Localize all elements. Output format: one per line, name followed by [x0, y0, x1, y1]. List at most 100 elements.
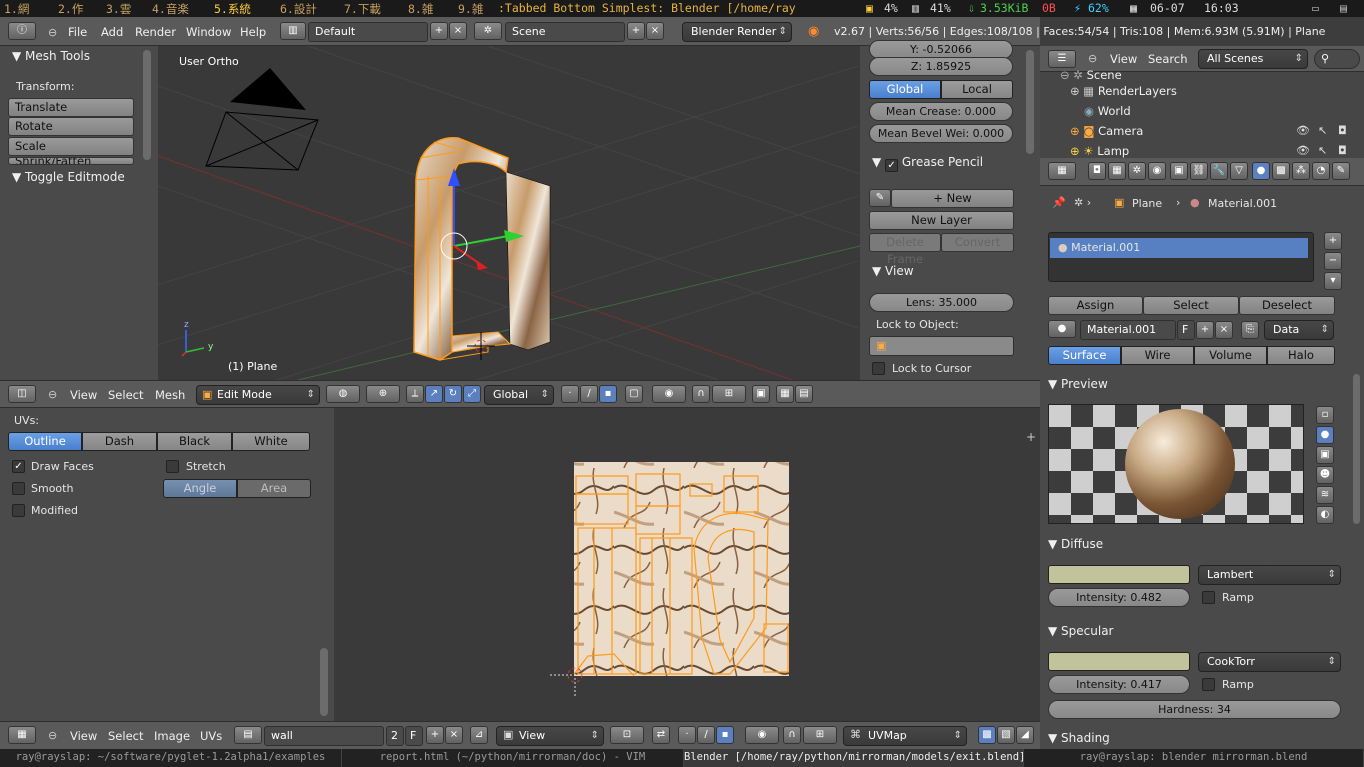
- lens-field[interactable]: Lens: 35.000: [869, 293, 1014, 312]
- arch-mesh[interactable]: [413, 137, 551, 361]
- new-image-icon[interactable]: +: [426, 726, 444, 744]
- select-cursor-icon[interactable]: ↖: [1318, 144, 1327, 157]
- taskbar-item-terminal-blender[interactable]: ray@rayslap: blender mirrorman.blend: [1024, 749, 1364, 767]
- convert-button[interactable]: Convert: [941, 233, 1014, 252]
- uv-black-toggle[interactable]: Black: [157, 432, 232, 451]
- n-panel-scrollbar[interactable]: [1026, 50, 1034, 154]
- select-cursor-icon[interactable]: ↖: [1318, 124, 1327, 137]
- shrink-fatten-button[interactable]: Shrink/Fatten: [8, 157, 134, 165]
- lock-to-cursor-checkbox[interactable]: [872, 362, 885, 375]
- render-layers-tab-icon[interactable]: ▦: [1108, 162, 1126, 180]
- menu-select[interactable]: Select: [108, 388, 143, 402]
- uv-panel-scrollbar[interactable]: [320, 648, 328, 716]
- proportional-edit-icon[interactable]: ◉: [652, 385, 686, 403]
- wire-tab[interactable]: Wire: [1121, 346, 1194, 365]
- camera-object[interactable]: [205, 68, 319, 171]
- workspace-4[interactable]: 4.音楽: [152, 1, 189, 17]
- pin-icon[interactable]: 📌: [1052, 196, 1066, 209]
- texture-paint-icon[interactable]: ▧: [997, 726, 1015, 744]
- snap-toggle-icon[interactable]: ∩: [692, 385, 710, 403]
- render-camera-icon[interactable]: ◘: [1338, 144, 1347, 157]
- preview-flat-icon[interactable]: ▫: [1316, 406, 1334, 424]
- copy-material-icon[interactable]: ⎘: [1241, 321, 1259, 339]
- orientation-dropdown[interactable]: Global: [484, 385, 554, 405]
- breadcrumb-object[interactable]: Plane: [1132, 197, 1162, 210]
- workspace-5[interactable]: 5.系統: [214, 1, 251, 17]
- taskbar-item-blender[interactable]: Blender [/home/ray/python/mirrorman/mode…: [684, 749, 1024, 767]
- workspace-8[interactable]: 8.雑: [408, 1, 433, 17]
- workspace-1[interactable]: 1.網: [4, 1, 29, 17]
- mesh-tools-header[interactable]: ▼ Mesh Tools: [12, 49, 90, 63]
- toggle-editmode-header[interactable]: ▼ Toggle Editmode: [12, 170, 125, 184]
- uv-dash-toggle[interactable]: Dash: [82, 432, 157, 451]
- particles-tab-icon[interactable]: ⁂: [1292, 162, 1310, 180]
- menu-mesh[interactable]: Mesh: [155, 388, 185, 402]
- screen-layout-icon[interactable]: ▥: [280, 22, 306, 40]
- menu-render[interactable]: Render: [135, 25, 176, 39]
- editor-type-properties-icon[interactable]: ▦: [1048, 162, 1076, 180]
- uv-image-editor[interactable]: +: [334, 408, 1040, 721]
- visibility-eye-icon[interactable]: 👁: [1296, 144, 1310, 157]
- viewport-shading-icon[interactable]: ◍: [326, 385, 360, 403]
- specular-header[interactable]: ▼ Specular: [1048, 624, 1348, 638]
- diffuse-ramp-checkbox[interactable]: [1202, 591, 1215, 604]
- new-layer-button[interactable]: New Layer: [869, 211, 1014, 230]
- editor-type-uv-icon[interactable]: ▦: [8, 726, 36, 744]
- smooth-checkbox[interactable]: [12, 482, 25, 495]
- new-material-icon[interactable]: +: [1196, 321, 1214, 339]
- lock-object-field[interactable]: ▣: [869, 336, 1014, 356]
- scene-icon[interactable]: ✲: [474, 22, 502, 40]
- translate-button[interactable]: Translate: [8, 98, 134, 117]
- layout-name-field[interactable]: Default: [308, 22, 428, 42]
- pivot-uv-icon[interactable]: ⊡: [610, 726, 644, 744]
- sync-selection-icon[interactable]: ⇄: [652, 726, 670, 744]
- stretch-checkbox[interactable]: [166, 460, 179, 473]
- material-tab-icon[interactable]: ●: [1252, 162, 1270, 180]
- add-layout-icon[interactable]: +: [430, 22, 448, 40]
- global-toggle[interactable]: Global: [869, 80, 941, 99]
- pencil-icon[interactable]: ✎: [869, 189, 891, 207]
- workspace-9[interactable]: 9.雑: [458, 1, 483, 17]
- deselect-button[interactable]: Deselect: [1239, 296, 1335, 315]
- specular-color-swatch[interactable]: [1048, 652, 1190, 671]
- collapse-menu-icon[interactable]: ⊖: [48, 729, 57, 742]
- collapse-menu-icon[interactable]: ⊖: [48, 26, 57, 39]
- workspace-7[interactable]: 7.下載: [344, 1, 381, 17]
- uv-vertex-select-icon[interactable]: ·: [678, 726, 696, 744]
- scale-manipulator-icon[interactable]: ⤢: [463, 385, 481, 403]
- edge-select-icon[interactable]: /: [580, 385, 598, 403]
- menu-image[interactable]: Image: [154, 729, 190, 743]
- specular-ramp-checkbox[interactable]: [1202, 678, 1215, 691]
- paint-mode-icon[interactable]: ▩: [978, 726, 996, 744]
- local-toggle[interactable]: Local: [941, 80, 1013, 99]
- image-browse-icon[interactable]: ▤: [234, 726, 262, 744]
- rotate-button[interactable]: Rotate: [8, 117, 134, 136]
- physics-tab-icon[interactable]: ◔: [1312, 162, 1330, 180]
- mean-crease-field[interactable]: Mean Crease: 0.000: [869, 102, 1013, 121]
- menu-file[interactable]: File: [68, 25, 87, 39]
- remove-layout-icon[interactable]: ×: [449, 22, 467, 40]
- menu-outliner-view[interactable]: View: [1110, 52, 1137, 66]
- menu-add[interactable]: Add: [101, 25, 123, 39]
- stretch-area-toggle[interactable]: Area: [237, 479, 311, 498]
- taskbar-item-vim[interactable]: report.html (~/python/mirrorman/doc) - V…: [342, 749, 684, 767]
- vertex-z-field[interactable]: Z: 1.85925: [869, 57, 1013, 76]
- shading-header[interactable]: ▼ Shading: [1048, 731, 1348, 745]
- scale-button[interactable]: Scale: [8, 137, 134, 156]
- uv-face-select-icon[interactable]: ▪: [716, 726, 734, 744]
- render-camera-icon[interactable]: ◘: [1338, 124, 1347, 137]
- limit-selection-icon[interactable]: ▢: [625, 385, 643, 403]
- vertex-select-icon[interactable]: ·: [561, 385, 579, 403]
- window-tile-icon[interactable]: ▭: [1312, 1, 1319, 15]
- brush-icon[interactable]: ◢: [1016, 726, 1034, 744]
- preview-cube-icon[interactable]: ▣: [1316, 446, 1334, 464]
- mean-bevel-weight-field[interactable]: Mean Bevel Wei: 0.000: [869, 124, 1013, 143]
- pin-image-icon[interactable]: ⊿: [470, 726, 488, 744]
- grease-pencil-header[interactable]: ▼ ✓ Grease Pencil: [872, 155, 983, 172]
- constraints-tab-icon[interactable]: ⛓: [1190, 162, 1208, 180]
- translate-manipulator-icon[interactable]: ↗: [425, 385, 443, 403]
- view-header[interactable]: ▼ View: [872, 264, 914, 278]
- modified-checkbox[interactable]: [12, 504, 25, 517]
- render-engine-dropdown[interactable]: Blender Render: [682, 22, 792, 42]
- snap-element-icon[interactable]: ⊞: [712, 385, 746, 403]
